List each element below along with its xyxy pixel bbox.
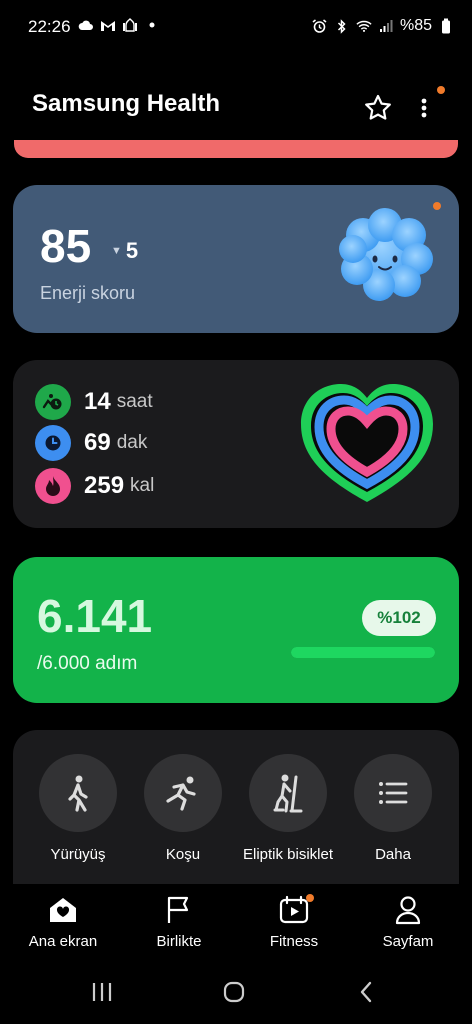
activity-row-calories: 259 kal (35, 468, 154, 504)
energy-score-value: 85 (40, 220, 92, 272)
activity-row-minutes: 69 dak (35, 425, 147, 461)
app-title: Samsung Health (32, 90, 221, 117)
status-time: 22:26 (28, 17, 71, 36)
shortcut-walking[interactable]: Yürüyüş (26, 754, 130, 863)
scrolled-card-strip[interactable] (14, 140, 458, 158)
fitness-play-icon (278, 894, 314, 926)
nav-label: Birlikte (156, 933, 202, 950)
energy-change-value: 5 (125, 238, 139, 263)
home-button-icon[interactable] (214, 976, 254, 1008)
home-heart-icon (47, 894, 79, 926)
steps-progress-fill (291, 647, 435, 658)
nav-profile[interactable]: Sayfam (349, 894, 467, 950)
notification-dot (306, 894, 314, 902)
battery-icon (438, 18, 454, 34)
nav-fitness[interactable]: Fitness (235, 894, 353, 950)
steps-card[interactable]: 6.141 /6.000 adım %102 (13, 557, 459, 703)
activity-calories-unit: kal (130, 475, 155, 496)
energy-score-change: ▼ 5 (111, 238, 138, 264)
down-triangle-icon: ▼ (111, 245, 122, 257)
activity-summary-card[interactable]: 14 saat 69 dak 259 kal (13, 360, 459, 528)
signal-icon (378, 18, 394, 34)
activity-rings-heart-icon (297, 380, 437, 510)
steps-percent-badge: %102 (362, 600, 436, 636)
status-bar: 22:26 %85 (0, 0, 472, 56)
activity-time-unit: saat (116, 391, 153, 412)
wifi-icon (356, 18, 372, 34)
mosque-icon (122, 17, 138, 33)
steps-target: /6.000 adım (37, 653, 138, 674)
activity-row-time: 14 saat (35, 384, 153, 420)
shortcut-label: Daha (375, 846, 411, 863)
flag-icon (163, 894, 195, 926)
walking-icon (39, 754, 117, 832)
nav-home[interactable]: Ana ekran (4, 894, 122, 950)
system-navigation-bar (0, 960, 472, 1024)
activity-time-icon (35, 384, 71, 420)
activity-minutes-value: 69 (84, 429, 111, 456)
person-icon (392, 894, 424, 926)
nav-label: Ana ekran (28, 933, 98, 950)
shortcut-elliptical[interactable]: Eliptik bisiklet (236, 754, 340, 863)
activity-calories-value: 259 (84, 472, 125, 499)
notification-dot (437, 86, 445, 94)
dot-icon (144, 17, 160, 33)
battery-percent: %85 (399, 17, 432, 34)
nav-together[interactable]: Birlikte (120, 894, 238, 950)
energy-score-card[interactable]: 85 ▼ 5 Enerji skoru (13, 185, 459, 333)
shortcut-label: Yürüyüş (50, 846, 106, 863)
steps-progress-bar (291, 647, 435, 658)
bottom-navigation: Ana ekran Birlikte Fitness Sayfam (0, 884, 472, 960)
activity-minutes-unit: dak (116, 432, 148, 453)
back-icon[interactable] (346, 976, 386, 1008)
cloud-mascot-icon (333, 203, 437, 303)
flame-icon (35, 468, 71, 504)
gmail-icon (100, 17, 116, 33)
list-icon (354, 754, 432, 832)
bluetooth-icon (334, 18, 350, 34)
shortcut-running[interactable]: Koşu (131, 754, 235, 863)
shortcut-label: Eliptik bisiklet (242, 846, 334, 863)
running-icon (144, 754, 222, 832)
elliptical-icon (249, 754, 327, 832)
more-vertical-icon[interactable] (414, 92, 438, 124)
workout-shortcuts-card: Yürüyüş Koşu Eliptik bisiklet Daha (13, 730, 459, 884)
cloud-icon (78, 17, 94, 33)
shortcut-more[interactable]: Daha (341, 754, 445, 863)
shortcut-label: Koşu (165, 846, 201, 863)
nav-label: Sayfam (382, 933, 434, 950)
clock-icon (35, 425, 71, 461)
alarm-icon (312, 18, 328, 34)
energy-score-label: Enerji skoru (40, 283, 136, 303)
activity-time-value: 14 (84, 388, 111, 415)
star-outline-icon[interactable] (362, 92, 394, 124)
steps-count: 6.141 (37, 590, 153, 642)
recent-apps-icon[interactable] (82, 976, 122, 1008)
nav-label: Fitness (269, 933, 319, 950)
